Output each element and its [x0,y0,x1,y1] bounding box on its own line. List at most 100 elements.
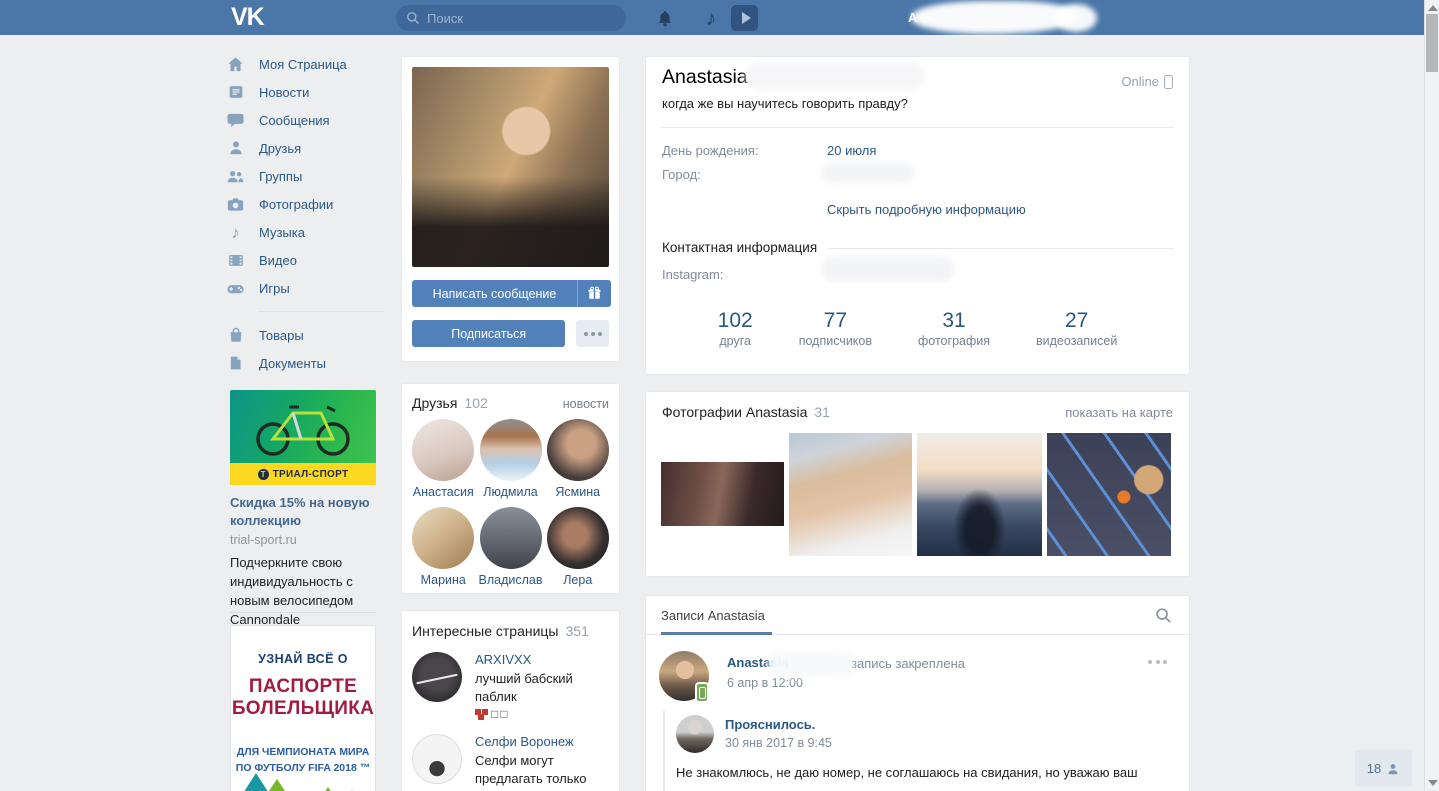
friend-avatar [412,419,475,481]
video-button[interactable] [731,5,758,31]
photo-thumbnail[interactable] [789,433,912,556]
more-actions-button[interactable] [576,320,609,347]
shopping-bag-icon [225,325,246,345]
subscribe-button[interactable]: Подписаться [412,320,566,347]
counter-photos[interactable]: 31 фотография [918,309,990,348]
ad-fan-passport[interactable]: УЗНАЙ ВСЁ О ПАСПОРТЕ БОЛЕЛЬЩИКА ДЛЯ ЧЕМП… [230,625,376,791]
bell-icon [658,10,672,26]
show-on-map-link[interactable]: показать на карте [1065,405,1173,420]
trial-sport-logo-icon: T [257,468,269,480]
ad2-line3: ДЛЯ ЧЕМПИОНАТА МИРА ПО ФУТБОЛУ FIFA 2018… [235,746,371,774]
music-note-icon: ♪ [705,6,717,30]
online-status: Online [1121,74,1173,89]
friend-item[interactable]: Марина [412,507,475,587]
sidebar-item-messages[interactable]: Сообщения [225,106,385,134]
sidebar-item-friends[interactable]: Друзья [225,134,385,162]
write-message-button[interactable]: Написать сообщение [412,280,611,307]
counter-friends[interactable]: 102 друга [718,309,753,348]
document-icon [225,353,246,373]
counter-followers[interactable]: 77 подписчиков [799,309,872,348]
repost-date-link[interactable]: 30 янв 2017 в 9:45 [725,736,832,750]
sidebar-item-label: Моя Страница [259,56,347,72]
mobile-phone-icon [1164,74,1173,89]
friend-item[interactable]: Людмила [479,419,543,499]
sidebar-item-video[interactable]: Видео [225,246,385,274]
ad-description: Подчеркните свою индивидуальность с новы… [230,555,354,627]
friend-item[interactable]: Ясмина [546,419,610,499]
interesting-pages-block: Интересные страницы 351 ARXIVXX лучший б… [401,610,620,791]
friend-avatar [479,507,542,569]
friends-count: 102 [464,395,488,411]
friend-avatar [546,419,609,481]
friends-title[interactable]: Друзья [412,395,457,411]
wall-tab-all-posts[interactable]: Записи Anastasia [661,608,765,623]
sidebar-item-groups[interactable]: Группы [225,162,385,190]
birthday-value[interactable]: 20 июля [827,143,876,158]
scrollbar-thumb[interactable] [1426,14,1438,72]
pages-title[interactable]: Интересные страницы [412,623,559,639]
sidebar-item-label: Фотографии [259,196,334,212]
sidebar-item-photos[interactable]: Фотографии [225,190,385,218]
profile-status-text[interactable]: когда же вы научитесь говорить правду? [662,96,908,111]
censored-post-surname [768,652,853,677]
page-item[interactable]: Селфи Воронеж Селфи могут предлагать тол… [412,734,609,791]
music-button[interactable]: ♪ [699,6,723,30]
notifications-bell-button[interactable] [653,6,677,30]
repost-indent-line [663,711,665,791]
music-note-icon: ♪ [231,222,240,242]
sidebar-item-games[interactable]: Игры [225,274,385,302]
ad-image-bike[interactable]: T ТРИАЛ-СПОРТ [230,390,376,485]
vk-logo[interactable]: VK [231,3,265,32]
sidebar-item-music[interactable]: ♪ Музыка [225,218,385,246]
ad2-line1: УЗНАЙ ВСЁ О [258,652,348,666]
top-bar: VK ♪ A [0,0,1424,35]
photos-count: 31 [814,404,830,420]
friends-news-link[interactable]: новости [563,397,609,411]
global-search[interactable] [396,5,626,31]
online-friends-badge[interactable]: 18 [1355,750,1412,787]
sidebar-item-label: Новости [259,84,310,100]
ad2-line2: ПАСПОРТЕ БОЛЕЛЬЩИКА [231,676,375,719]
photos-title[interactable]: Фотографии Anastasia 31 [662,404,830,420]
wall-tabs: Записи Anastasia [646,596,1189,635]
repost-author-link[interactable]: Прояснилось. [725,717,815,732]
photo-thumbnail[interactable] [917,433,1042,556]
divider [661,127,1174,128]
instagram-label: Instagram: [662,267,724,282]
sidebar-item-documents[interactable]: Документы [225,349,385,377]
film-icon [225,250,246,270]
page-item[interactable]: ARXIVXX лучший бабский паблик □□ [412,652,609,721]
sidebar-item-my-page[interactable]: Моя Страница [225,50,385,78]
post-menu-button[interactable] [1148,660,1167,664]
censored-instagram [822,256,954,282]
page-avatar [412,652,462,702]
photo-thumbnail[interactable] [661,433,784,556]
person-icon [1388,763,1398,774]
page-scrollbar [1424,0,1439,791]
hide-details-link[interactable]: Скрыть подробную информацию [827,202,1026,217]
sidebar-item-market[interactable]: Товары [225,321,385,349]
send-gift-button[interactable] [577,280,611,307]
search-icon [407,12,419,24]
search-input[interactable] [427,10,607,26]
profile-photo[interactable] [412,67,609,267]
counter-videos[interactable]: 27 видеозаписей [1036,309,1117,348]
friend-item[interactable]: Владислав [479,507,543,587]
messages-icon [225,110,246,130]
sidebar-item-news[interactable]: Новости [225,78,385,106]
birthday-label: День рождения: [662,143,759,158]
wall-search-button[interactable] [1155,607,1172,629]
bicycle-icon [256,405,350,456]
scroll-down-arrow-icon[interactable] [1428,780,1438,786]
post-pinned-label: запись закреплена [851,656,965,671]
play-icon [741,12,751,24]
ad-title-link[interactable]: Скидка 15% на новую коллекцию [230,494,376,530]
city-label: Город: [662,167,701,182]
scroll-up-arrow-icon[interactable] [1428,5,1438,11]
photo-thumbnail[interactable] [1047,433,1171,556]
friend-item[interactable]: Лера [546,507,610,587]
contact-divider [828,248,1174,249]
repost-author-avatar[interactable] [676,715,714,753]
post-date-link[interactable]: 6 апр в 12:00 [727,676,803,690]
friend-item[interactable]: Анастасия [412,419,475,499]
